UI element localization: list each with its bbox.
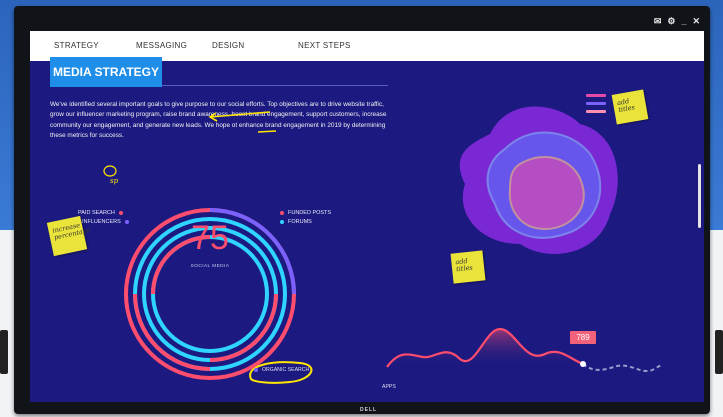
sparkline-chart bbox=[386, 327, 662, 373]
apps-label: APPS bbox=[382, 384, 396, 390]
ring-value: 75 bbox=[191, 219, 229, 257]
legend-label: ORGANIC SEARCH bbox=[262, 367, 310, 373]
lines-icon bbox=[586, 94, 606, 113]
ring-caption: SOCIAL MEDIA bbox=[190, 264, 230, 269]
sticky-note-left[interactable]: increase percentage bbox=[46, 215, 91, 257]
ink-arrow-line bbox=[209, 111, 271, 118]
legend-paid-search: PAID SEARCH bbox=[78, 210, 123, 216]
ink-underline bbox=[257, 130, 277, 133]
sparkline-fill bbox=[387, 329, 583, 367]
legend-label: INFLUENCERS bbox=[82, 219, 121, 225]
blob-pink bbox=[508, 155, 585, 231]
vertical-scrollbar[interactable] bbox=[698, 164, 701, 228]
ink-circle-typo bbox=[103, 165, 117, 177]
blob-graphic bbox=[459, 106, 618, 254]
ink-sp-note: sp bbox=[110, 177, 119, 185]
sparkline-value-badge: 789 bbox=[570, 331, 596, 344]
sticky-note-mid[interactable]: add titles bbox=[450, 250, 486, 284]
legend-organic-search: ORGANIC SEARCH bbox=[254, 367, 309, 373]
left-mount-handle bbox=[0, 330, 8, 374]
sticky-note-top[interactable]: add titles bbox=[611, 89, 649, 125]
presentation-screen: ✉ ⚙ _ ✕ STRATEGY MESSAGING DESIGN NEXT S… bbox=[30, 14, 704, 402]
right-mount-handle bbox=[715, 330, 723, 374]
sparkline-projection bbox=[582, 363, 662, 373]
sparkline-marker bbox=[580, 361, 586, 367]
brand-logo: DELL bbox=[360, 407, 378, 413]
legend-dot bbox=[254, 368, 258, 372]
legend-label: PAID SEARCH bbox=[78, 210, 115, 216]
